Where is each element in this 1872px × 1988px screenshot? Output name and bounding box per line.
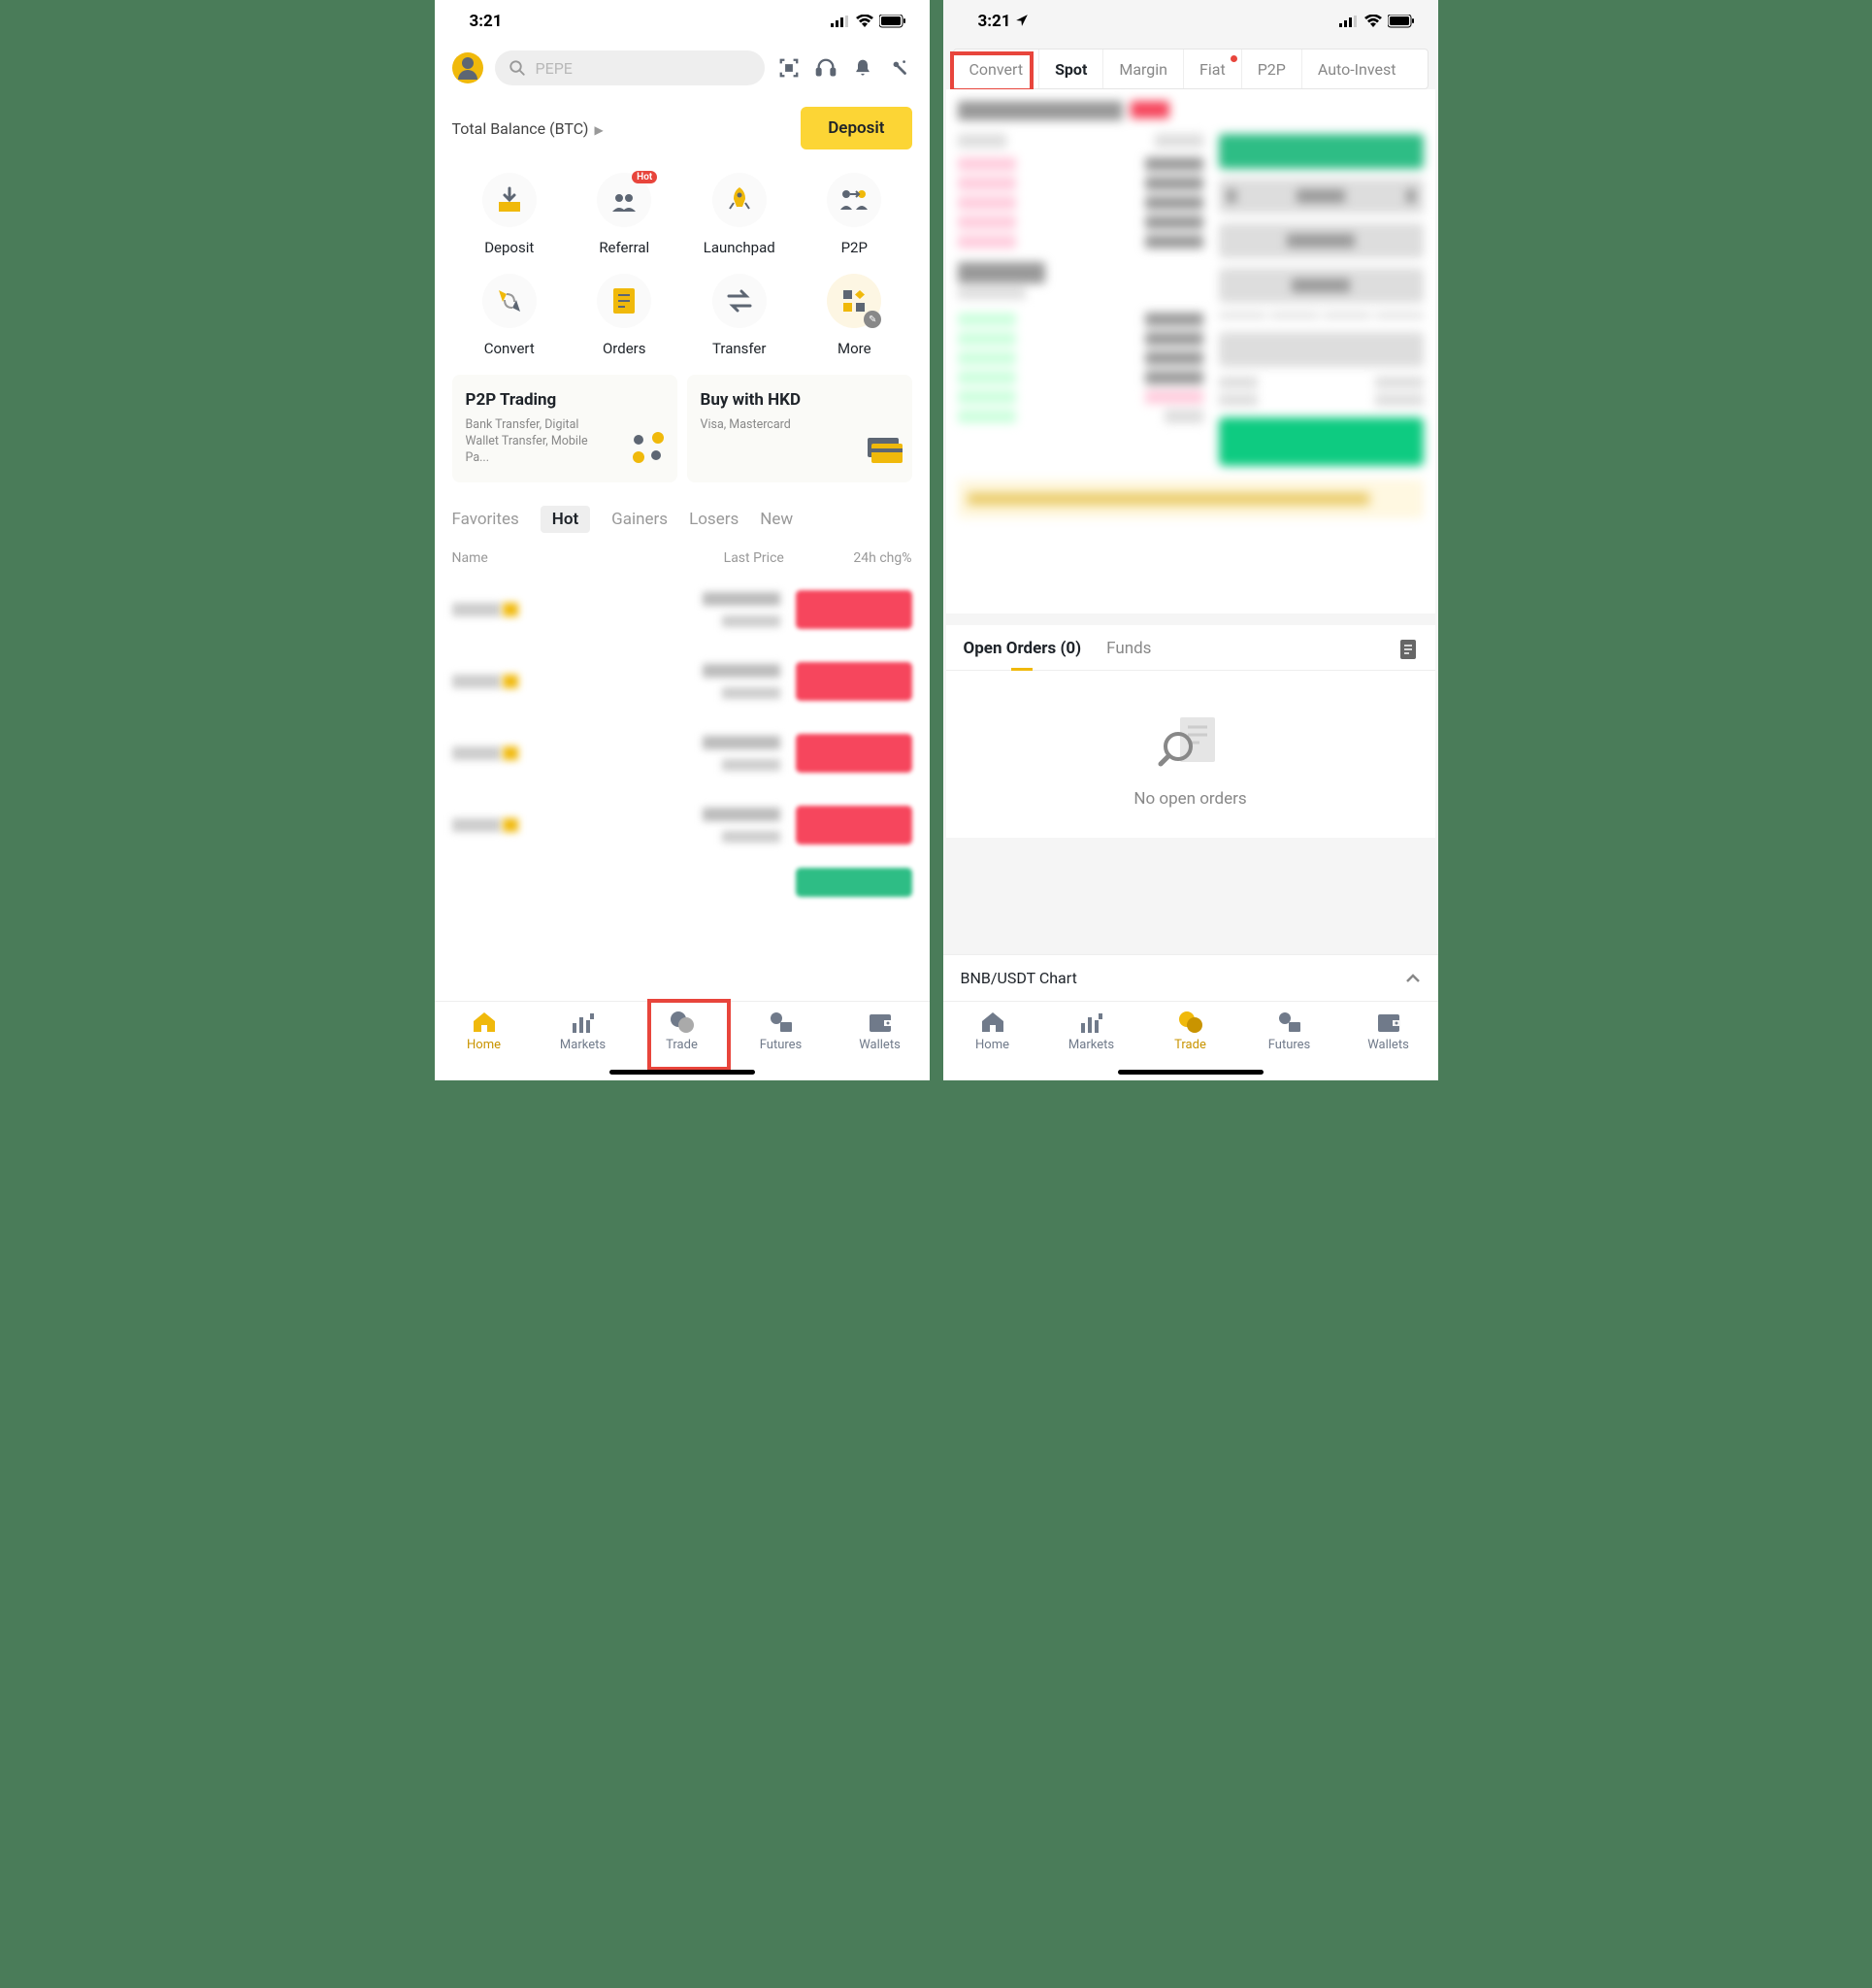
nav-home[interactable]: Home [435, 1010, 534, 1080]
market-rows [435, 576, 930, 896]
market-row[interactable] [452, 576, 912, 647]
bottom-nav: Home Markets Trade Futures Wallets [943, 1001, 1438, 1080]
tab-favorites[interactable]: Favorites [452, 510, 519, 529]
transfer-icon [712, 274, 767, 328]
shortcut-more[interactable]: ✎ More [797, 274, 912, 357]
bottom-nav: Home Markets Trade Futures Wallets [435, 1001, 930, 1080]
rocket-icon [712, 173, 767, 227]
tab-p2p[interactable]: P2P [1242, 50, 1302, 88]
p2p-icon [827, 173, 881, 227]
battery-icon [1388, 15, 1415, 28]
markets-icon [569, 1010, 598, 1035]
nav-wallets[interactable]: Wallets [831, 1010, 930, 1080]
bell-icon[interactable] [850, 55, 875, 81]
status-icons [1339, 15, 1415, 28]
shortcut-convert[interactable]: Convert [452, 274, 568, 357]
balance-label[interactable]: Total Balance (BTC)▶ [452, 119, 604, 138]
market-row[interactable] [452, 719, 912, 791]
markets-icon [1077, 1010, 1106, 1035]
status-time: 3:21 [978, 12, 1029, 31]
deposit-button[interactable]: Deposit [801, 107, 911, 149]
wand-icon[interactable] [887, 55, 912, 81]
home-icon [978, 1010, 1007, 1035]
location-icon [1015, 14, 1029, 27]
battery-icon [879, 15, 906, 28]
trade-icon [668, 1010, 697, 1035]
empty-icon [1157, 712, 1225, 770]
status-icons [831, 15, 906, 28]
futures-icon [1275, 1010, 1304, 1035]
trade-screen: 3:21 Convert Spot Margin Fiat P2P Auto-I… [943, 0, 1438, 1080]
wifi-icon [856, 15, 873, 28]
shortcut-launchpad[interactable]: Launchpad [682, 173, 798, 256]
home-icon [470, 1010, 499, 1035]
shortcut-referral[interactable]: Hot Referral [567, 173, 682, 256]
tab-funds[interactable]: Funds [1106, 639, 1151, 658]
orders-section: Open Orders (0) Funds No open orders [946, 625, 1435, 838]
orders-tabs: Open Orders (0) Funds [946, 625, 1435, 671]
convert-icon [482, 274, 537, 328]
promo-cards: P2P Trading Bank Transfer, Digital Walle… [435, 375, 930, 498]
tab-new[interactable]: New [760, 510, 793, 529]
scan-icon[interactable] [776, 55, 802, 81]
tab-autoinvest[interactable]: Auto-Invest [1302, 50, 1412, 88]
tab-gainers[interactable]: Gainers [611, 510, 668, 529]
shortcuts-grid: Deposit Hot Referral Launchpad P2P Conve… [435, 167, 930, 375]
document-icon[interactable] [1398, 639, 1418, 664]
tab-open-orders[interactable]: Open Orders (0) [964, 639, 1082, 658]
nav-home[interactable]: Home [943, 1010, 1042, 1080]
more-icon: ✎ [827, 274, 881, 328]
home-indicator [609, 1070, 755, 1075]
avatar[interactable] [452, 52, 483, 83]
deposit-icon [482, 173, 537, 227]
headset-icon[interactable] [813, 55, 838, 81]
signal-icon [1339, 16, 1359, 27]
shortcut-p2p[interactable]: P2P [797, 173, 912, 256]
search-input[interactable]: PEPE [495, 50, 765, 85]
tab-hot[interactable]: Hot [541, 506, 590, 533]
trade-tabs: Convert Spot Margin Fiat P2P Auto-Invest [953, 49, 1429, 89]
nav-wallets[interactable]: Wallets [1339, 1010, 1438, 1080]
shortcut-transfer[interactable]: Transfer [682, 274, 798, 357]
tab-margin[interactable]: Margin [1103, 50, 1184, 88]
wifi-icon [1364, 15, 1382, 28]
futures-icon [767, 1010, 796, 1035]
p2p-trading-icon [629, 430, 668, 473]
home-screen: 3:21 PEPE Total Balance (BTC)▶ Deposit D… [435, 0, 930, 1080]
trade-icon [1176, 1010, 1205, 1035]
shortcut-orders[interactable]: Orders [567, 274, 682, 357]
search-icon [509, 59, 526, 77]
notification-dot [1231, 55, 1237, 62]
tab-fiat[interactable]: Fiat [1184, 50, 1242, 88]
chart-expand-bar[interactable]: BNB/USDT Chart [943, 954, 1438, 1001]
search-placeholder: PEPE [536, 59, 573, 78]
balance-row: Total Balance (BTC)▶ Deposit [435, 93, 930, 167]
wallet-icon [866, 1010, 895, 1035]
market-row[interactable] [452, 647, 912, 719]
shortcut-deposit[interactable]: Deposit [452, 173, 568, 256]
orders-icon [597, 274, 651, 328]
referral-icon: Hot [597, 173, 651, 227]
tab-convert[interactable]: Convert [954, 50, 1040, 88]
market-header: Name Last Price 24h chg% [435, 547, 930, 576]
trade-body [946, 89, 1435, 613]
status-time: 3:21 [470, 12, 503, 31]
empty-state: No open orders [946, 671, 1435, 838]
status-bar: 3:21 [943, 0, 1438, 43]
market-tabs: Favorites Hot Gainers Losers New [435, 498, 930, 547]
market-row[interactable] [452, 863, 912, 896]
tab-spot[interactable]: Spot [1039, 50, 1103, 88]
promo-buy[interactable]: Buy with HKD Visa, Mastercard [687, 375, 912, 482]
top-header: PEPE [435, 43, 930, 93]
promo-p2p[interactable]: P2P Trading Bank Transfer, Digital Walle… [452, 375, 677, 482]
wallet-icon [1374, 1010, 1403, 1035]
card-icon [864, 436, 903, 473]
edit-icon: ✎ [864, 311, 881, 328]
tab-losers[interactable]: Losers [689, 510, 739, 529]
home-indicator [1118, 1070, 1264, 1075]
status-bar: 3:21 [435, 0, 930, 43]
market-row[interactable] [452, 791, 912, 863]
signal-icon [831, 16, 850, 27]
chevron-up-icon [1405, 969, 1421, 987]
